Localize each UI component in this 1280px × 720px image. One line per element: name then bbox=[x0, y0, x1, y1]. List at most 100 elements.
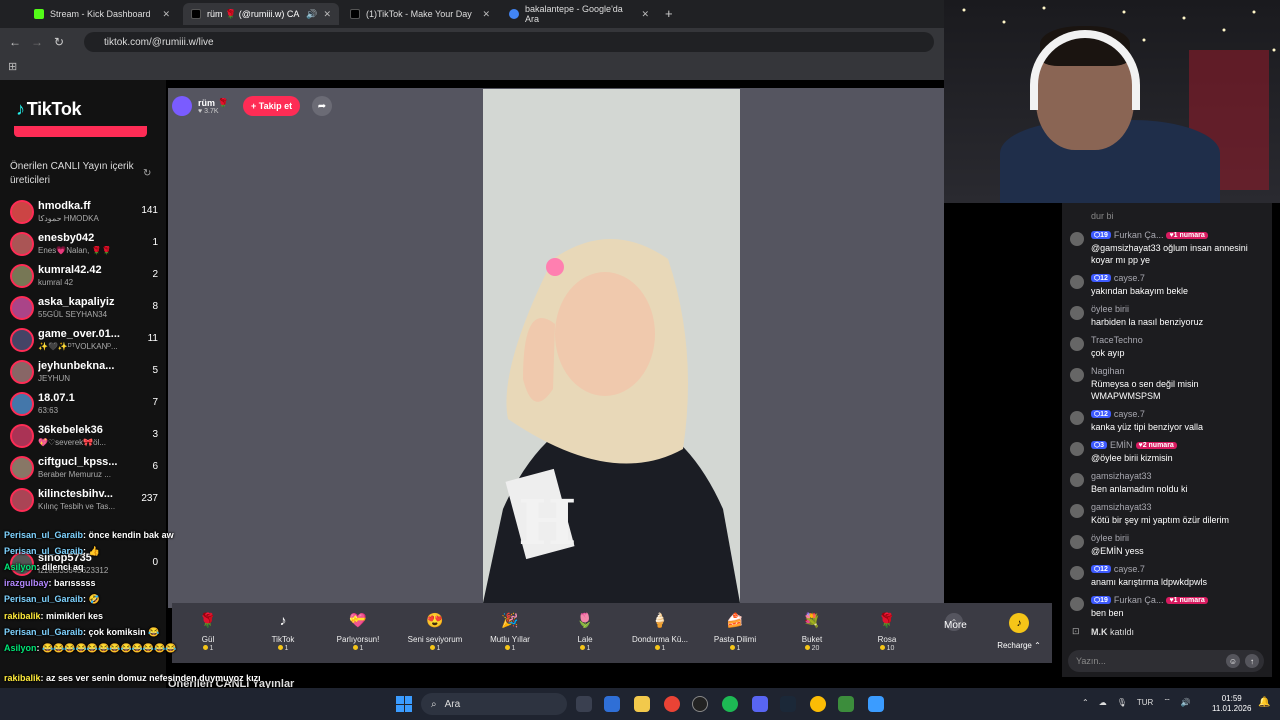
chat-username[interactable]: Furkan Ça... bbox=[1114, 230, 1164, 240]
speaker-icon[interactable]: 🔊 bbox=[306, 9, 317, 20]
chrome-alt-icon[interactable] bbox=[810, 696, 826, 712]
fan-badge-label: 2 numara bbox=[1142, 441, 1174, 449]
chat-message-header: ⬡3 EMİN ♥2 numara bbox=[1091, 440, 1177, 450]
taskbar-clock[interactable]: 01:59 11.01.2026 bbox=[1212, 694, 1251, 714]
send-icon[interactable]: ↑ bbox=[1245, 654, 1259, 668]
creator-item[interactable]: enesby042 Enes💗Nalan, 🌹🌹 1 bbox=[8, 229, 158, 259]
forward-button[interactable]: → bbox=[26, 35, 48, 49]
gift-item[interactable]: 💝 Parlıyorsun! 1 bbox=[323, 607, 393, 653]
gift-item[interactable]: ♪ TikTok 1 bbox=[248, 607, 318, 652]
host-avatar[interactable] bbox=[172, 96, 192, 116]
chevron-up-icon[interactable]: ⌃ bbox=[1082, 698, 1089, 707]
creator-item[interactable]: ciftgucl_kpss... Beraber Memuruz ... 6 bbox=[8, 453, 158, 483]
emoji-icon[interactable]: ☺ bbox=[1226, 654, 1240, 668]
close-icon[interactable]: ✕ bbox=[482, 9, 490, 20]
gift-name: Mutlu Yıllar bbox=[490, 635, 530, 644]
refresh-icon[interactable]: ↻ bbox=[143, 168, 151, 179]
notification-icon[interactable]: 🔔 bbox=[1258, 697, 1270, 708]
tab-google-search[interactable]: bakalantepe - Google'da Ara ✕ bbox=[501, 3, 657, 25]
host-info[interactable]: rüm 🌹 ♥ 3.7K bbox=[172, 93, 229, 119]
tool-icon[interactable] bbox=[868, 696, 884, 712]
gift-icon: 🍦 bbox=[651, 611, 669, 628]
creator-item[interactable]: aska_kapaliyiz 55GÜL SEYHAN34 8 bbox=[8, 293, 158, 323]
gift-icon: 💝 bbox=[349, 611, 367, 628]
chat-username[interactable]: öylee birii bbox=[1091, 533, 1129, 543]
gift-item[interactable]: 🌹 Rosa 10 bbox=[852, 607, 922, 653]
chrome-icon[interactable] bbox=[664, 696, 680, 712]
share-icon[interactable]: ➦ bbox=[312, 96, 332, 116]
creator-viewer-count: 3 bbox=[152, 429, 158, 440]
tiktok-icon bbox=[191, 9, 201, 19]
gift-price: 1 bbox=[700, 645, 770, 652]
chat-avatar[interactable] bbox=[1070, 597, 1084, 611]
reload-button[interactable]: ↻ bbox=[48, 35, 70, 49]
language-indicator[interactable]: TUR bbox=[1137, 698, 1153, 707]
follow-button[interactable]: + Takip et bbox=[243, 96, 301, 116]
gift-item[interactable]: 😍 Seni seviyorum 1 bbox=[400, 607, 470, 653]
chat-avatar[interactable] bbox=[1070, 232, 1084, 246]
chat-avatar[interactable] bbox=[1070, 411, 1084, 425]
chat-avatar[interactable] bbox=[1070, 368, 1084, 382]
chat-username[interactable]: cayse.7 bbox=[1114, 273, 1145, 283]
spotify-icon[interactable] bbox=[722, 696, 738, 712]
close-icon[interactable]: ✕ bbox=[162, 9, 170, 20]
mic-icon[interactable]: 🎙 bbox=[1117, 698, 1127, 707]
gift-item[interactable]: 🌷 Lale 1 bbox=[550, 607, 620, 653]
chat-avatar[interactable] bbox=[1070, 473, 1084, 487]
go-live-button[interactable] bbox=[14, 126, 147, 137]
creator-item[interactable]: jeyhunbekna... JEYHUN 5 bbox=[8, 357, 158, 387]
more-gifts-button[interactable]: More bbox=[944, 620, 967, 631]
back-button[interactable]: ← bbox=[4, 35, 26, 49]
chat-avatar[interactable] bbox=[1070, 535, 1084, 549]
steam-icon[interactable] bbox=[780, 696, 796, 712]
recharge-button[interactable]: ♪ Recharge ⌃ bbox=[994, 609, 1044, 650]
chat-username[interactable]: gamsizhayat33 bbox=[1091, 502, 1152, 512]
taskbar-search[interactable]: ⌕ Ara bbox=[421, 693, 567, 715]
close-icon[interactable]: ✕ bbox=[323, 9, 331, 20]
chat-avatar[interactable] bbox=[1070, 306, 1084, 320]
tab-kick-dashboard[interactable]: Stream - Kick Dashboard ✕ bbox=[26, 3, 178, 25]
network-app-icon[interactable]: ☁ bbox=[1099, 698, 1107, 707]
chat-username[interactable]: EMİN bbox=[1110, 440, 1133, 450]
creator-item[interactable]: hmodka.ff حمودكا HMODKA 141 bbox=[8, 197, 158, 227]
chat-avatar[interactable] bbox=[1070, 566, 1084, 580]
creator-item[interactable]: kumral42.42 kumral 42 2 bbox=[8, 261, 158, 291]
apps-grid-icon[interactable]: ⊞ bbox=[8, 60, 17, 73]
chat-username[interactable]: cayse.7 bbox=[1114, 564, 1145, 574]
chat-username[interactable]: gamsizhayat33 bbox=[1091, 471, 1152, 481]
volume-icon[interactable]: 🔊 bbox=[1181, 698, 1191, 707]
url-bar[interactable]: tiktok.com/@rumiii.w/live bbox=[84, 32, 934, 52]
gift-item[interactable]: 🌹 Gül 1 bbox=[173, 607, 243, 653]
live-video[interactable]: H bbox=[483, 89, 740, 603]
file-explorer-icon[interactable] bbox=[634, 696, 650, 712]
creator-item[interactable]: 18.07.1 63:63 7 bbox=[8, 389, 158, 419]
windows-start-icon[interactable] bbox=[396, 696, 412, 712]
chat-avatar[interactable] bbox=[1070, 504, 1084, 518]
chat-username[interactable]: Furkan Ça... bbox=[1114, 595, 1164, 605]
gift-item[interactable]: 🍰 Pasta Dilimi 1 bbox=[700, 607, 770, 653]
app-icon[interactable] bbox=[838, 696, 854, 712]
chat-username[interactable]: TraceTechno bbox=[1091, 335, 1143, 345]
creator-item[interactable]: game_over.01... ✨🖤✨ᴰᵀVOLKANᴰ... 11 bbox=[8, 325, 158, 355]
chat-username[interactable]: öylee birii bbox=[1091, 304, 1129, 314]
close-icon[interactable]: ✕ bbox=[641, 9, 649, 20]
creator-item[interactable]: 36kebelek36 💖♡severek🎀öl... 3 bbox=[8, 421, 158, 451]
creator-item[interactable]: kilinctesbihv... Kılınç Tesbih ve Tas...… bbox=[8, 485, 158, 515]
chat-avatar[interactable] bbox=[1070, 337, 1084, 351]
gift-item[interactable]: 💐 Buket 20 bbox=[777, 607, 847, 653]
new-tab-button[interactable]: + bbox=[665, 6, 673, 21]
tab-tiktok-home[interactable]: (1)TikTok - Make Your Day ✕ bbox=[342, 3, 498, 25]
gift-item[interactable]: 🎉 Mutlu Yıllar 1 bbox=[475, 607, 545, 653]
github-icon[interactable] bbox=[692, 696, 708, 712]
gift-item[interactable]: 🍦 Dondurma Kü... 1 bbox=[625, 607, 695, 653]
chat-avatar[interactable] bbox=[1070, 275, 1084, 289]
wifi-icon[interactable]: ⌔ bbox=[1163, 697, 1171, 707]
tab-tiktok-live[interactable]: rüm 🌹 (@rumiii.w) CANLI 🔊 ✕ bbox=[183, 3, 339, 25]
task-view-icon[interactable] bbox=[576, 696, 592, 712]
chat-avatar[interactable] bbox=[1070, 442, 1084, 456]
chat-username[interactable]: cayse.7 bbox=[1114, 409, 1145, 419]
discord-icon[interactable] bbox=[752, 696, 768, 712]
store-icon[interactable] bbox=[604, 696, 620, 712]
chat-username[interactable]: Nagihan bbox=[1091, 366, 1125, 376]
tiktok-logo[interactable]: ♪ TikTok bbox=[16, 99, 82, 120]
